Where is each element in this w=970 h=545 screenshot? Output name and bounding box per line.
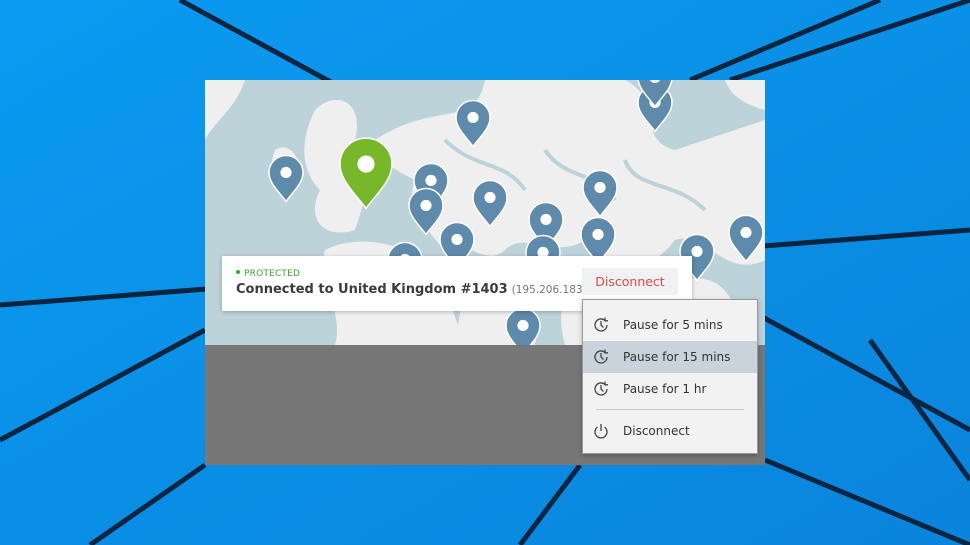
connection-info: Connected to United Kingdom #1403 (195.20… xyxy=(236,282,610,297)
menu-item-pause-15-mins[interactable]: Pause for 15 mins xyxy=(583,341,757,373)
pin-center xyxy=(484,191,496,204)
pin-center xyxy=(451,233,463,246)
pin-center xyxy=(517,319,529,332)
status-dot-icon xyxy=(236,270,240,274)
disconnect-button[interactable]: Disconnect xyxy=(582,268,678,295)
clock-refresh-icon xyxy=(594,317,608,332)
menu-item-label: Pause for 5 mins xyxy=(623,318,723,332)
connection-text: Connected to United Kingdom #1403 xyxy=(236,282,508,297)
pin-center xyxy=(592,228,604,241)
pin-center xyxy=(691,245,703,258)
server-pin-icon[interactable] xyxy=(268,154,304,203)
menu-item-label: Disconnect xyxy=(623,424,690,438)
pin-center xyxy=(594,181,606,194)
pin-center xyxy=(467,111,479,124)
protected-status: PROTECTED xyxy=(236,269,300,279)
clock-refresh-icon xyxy=(594,381,608,396)
power-icon xyxy=(594,424,608,439)
menu-item-disconnect[interactable]: Disconnect xyxy=(583,415,757,447)
pin-center xyxy=(420,199,432,212)
pin-center xyxy=(280,166,292,179)
disconnect-dropdown-menu: Pause for 5 mins Pause for 15 mins Pause… xyxy=(582,299,758,454)
menu-item-pause-5-mins[interactable]: Pause for 5 mins xyxy=(583,309,757,341)
pin-center xyxy=(540,213,552,226)
menu-item-pause-1-hr[interactable]: Pause for 1 hr xyxy=(583,373,757,405)
pin-center xyxy=(740,226,752,239)
menu-item-label: Pause for 1 hr xyxy=(623,382,707,396)
pin-center xyxy=(357,155,375,173)
status-label: PROTECTED xyxy=(244,269,301,279)
menu-divider xyxy=(596,409,744,410)
menu-item-label: Pause for 15 mins xyxy=(623,350,731,364)
pin-center xyxy=(425,174,437,187)
clock-refresh-icon xyxy=(594,349,608,364)
